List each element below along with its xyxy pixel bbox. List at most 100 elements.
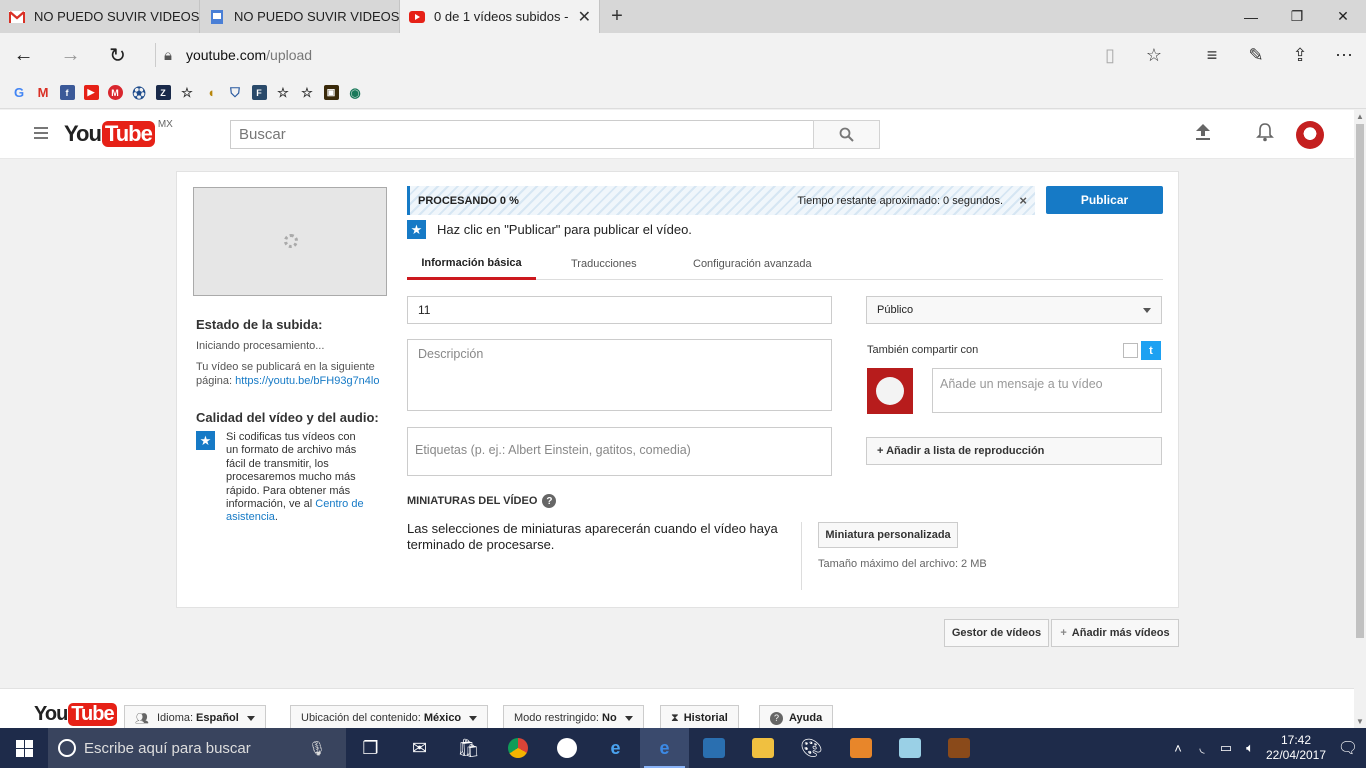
mail-icon[interactable]: ✉ <box>395 728 444 768</box>
bookmark-icon[interactable]: Z <box>151 81 175 105</box>
progress-time: Tiempo restante aproximado: 0 segundos. <box>797 194 1003 207</box>
file-explorer-icon[interactable] <box>738 728 787 768</box>
thumbnails-heading: MINIATURAS DEL VÍDEO ? <box>407 494 557 508</box>
bell-icon[interactable] <box>1256 122 1274 147</box>
facebook-icon[interactable]: f <box>55 81 79 105</box>
windows-taskbar: Escribe aquí para buscar 🎙︎ ❐ ✉ 🛍︎ e e 🎨… <box>0 728 1366 768</box>
browser-tab-1[interactable]: NO PUEDO SUVIR VIDEOS A <box>0 0 200 33</box>
restore-icon[interactable]: ❐ <box>1274 0 1320 33</box>
chevron-up-icon[interactable]: ˄ <box>1166 741 1190 756</box>
tab-label: 0 de 1 vídeos subidos - <box>434 9 569 24</box>
search-input[interactable]: Buscar <box>230 120 814 149</box>
quality-tip: ★ Si codificas tus vídeos con un formato… <box>196 431 386 525</box>
xbox-icon[interactable] <box>542 728 591 768</box>
game-app-icon[interactable] <box>934 728 983 768</box>
custom-thumbnail-button[interactable]: Miniatura personalizada <box>818 522 958 548</box>
internet-explorer-icon[interactable]: e <box>591 728 640 768</box>
star-icon[interactable]: ☆ <box>271 81 295 105</box>
scrollbar-thumb[interactable] <box>1356 124 1364 638</box>
youtube-logo[interactable]: You Tube MX <box>64 119 173 147</box>
browser-tab-bar: NO PUEDO SUVIR VIDEOS A NO PUEDO SUVIR V… <box>0 0 1366 33</box>
mega-icon[interactable]: M <box>103 81 127 105</box>
paint-icon[interactable]: 🎨︎ <box>787 728 836 768</box>
lock-icon: 🔒︎ <box>164 46 172 64</box>
upload-status-panel: Estado de la subida: Iniciando procesami… <box>196 317 386 525</box>
battery-icon[interactable]: ▭ <box>1214 740 1238 756</box>
clock[interactable]: 17:42 22/04/2017 <box>1262 733 1330 763</box>
help-question-icon[interactable]: ? <box>542 494 557 508</box>
reading-view-icon[interactable]: ▯ <box>1088 33 1132 77</box>
favorites-bar: G M f ▶ M ⚽︎ Z ☆ ◖ ⛉ F ☆ ☆ ▣ ◉ <box>0 77 1366 109</box>
share-checkbox[interactable] <box>1123 343 1138 358</box>
avatar[interactable] <box>1296 121 1324 149</box>
bookmark-f-icon[interactable]: F <box>247 81 271 105</box>
soccer-ball-icon[interactable]: ⚽︎ <box>127 81 151 105</box>
video-link[interactable]: https://youtu.be/bFH93g7n4lo <box>235 375 379 387</box>
shield-icon[interactable]: ⛉ <box>223 81 247 105</box>
search-button[interactable] <box>813 120 880 149</box>
microphone-icon[interactable]: 🎙︎ <box>308 740 326 757</box>
tab-basic-info[interactable]: Información básica <box>407 248 536 280</box>
close-window-icon[interactable]: ✕ <box>1320 0 1366 33</box>
privacy-select[interactable]: Público <box>866 296 1162 324</box>
tab-translations[interactable]: Traducciones <box>571 248 637 280</box>
scrollbar[interactable]: ▲ ▼ <box>1354 110 1366 728</box>
scroll-up-icon[interactable]: ▲ <box>1356 112 1364 121</box>
publish-button[interactable]: Publicar <box>1046 186 1163 214</box>
twitter-icon[interactable]: t <box>1141 341 1161 360</box>
chrome-icon[interactable] <box>493 728 542 768</box>
game-icon[interactable]: ▣ <box>319 81 343 105</box>
forward-arrow-icon[interactable]: → <box>47 33 94 77</box>
notepad-icon[interactable] <box>885 728 934 768</box>
title-input[interactable]: 11 <box>407 296 832 324</box>
store-icon[interactable]: 🛍︎ <box>444 728 493 768</box>
hint-text: Haz clic en "Publicar" para publicar el … <box>437 222 692 237</box>
minimize-icon[interactable]: — <box>1228 0 1274 33</box>
photo-editor-icon[interactable] <box>689 728 738 768</box>
task-view-icon[interactable]: ❐ <box>346 728 395 768</box>
browser-tab-3-active[interactable]: 0 de 1 vídeos subidos - ✕ <box>400 0 600 33</box>
footer-youtube-logo[interactable]: You Tube <box>34 703 117 726</box>
crest-icon[interactable]: ◖ <box>199 81 223 105</box>
edge-icon[interactable]: e <box>640 728 689 768</box>
scroll-down-icon[interactable]: ▼ <box>1356 717 1364 726</box>
volume-icon[interactable]: 🔈︎ <box>1238 740 1262 756</box>
share-message-input[interactable]: Añade un mensaje a tu vídeo <box>932 368 1162 413</box>
share-icon[interactable]: ⇪ <box>1278 33 1322 77</box>
close-tab-icon[interactable]: ✕ <box>578 7 591 27</box>
more-icon[interactable]: ⋯ <box>1322 33 1366 77</box>
thumbnails-text: Las selecciones de miniaturas aparecerán… <box>407 521 778 552</box>
refresh-icon[interactable]: ↻ <box>94 33 141 77</box>
youtube-icon[interactable]: ▶ <box>79 81 103 105</box>
add-more-videos-button[interactable]: + Añadir más vídeos <box>1051 619 1179 647</box>
media-player-icon[interactable] <box>836 728 885 768</box>
taskbar-search-input[interactable]: Escribe aquí para buscar 🎙︎ <box>48 728 346 768</box>
ball-icon[interactable]: ◉ <box>343 81 367 105</box>
tab-advanced-settings[interactable]: Configuración avanzada <box>693 248 812 280</box>
browser-tab-2[interactable]: NO PUEDO SUVIR VIDEOS A <box>200 0 400 33</box>
star-icon[interactable]: ☆ <box>175 81 199 105</box>
add-to-playlist-button[interactable]: + Añadir a lista de reproducción <box>866 437 1162 465</box>
close-icon[interactable]: × <box>1019 193 1027 208</box>
status-text: Iniciando procesamiento... <box>196 340 325 352</box>
loading-spinner-icon <box>284 234 298 248</box>
favorite-star-icon[interactable]: ☆ <box>1132 33 1176 77</box>
notifications-icon[interactable]: 🗨︎ <box>1330 728 1366 768</box>
upload-icon[interactable] <box>1195 123 1211 147</box>
start-button[interactable] <box>0 728 48 768</box>
menu-icon[interactable] <box>34 127 48 142</box>
video-manager-button[interactable]: Gestor de vídeos <box>944 619 1049 647</box>
star-icon[interactable]: ☆ <box>295 81 319 105</box>
url-field[interactable]: youtube.com/upload <box>186 47 312 63</box>
back-arrow-icon[interactable]: ← <box>0 33 47 77</box>
hub-icon[interactable]: ≡ <box>1190 33 1234 77</box>
network-icon[interactable]: ◟ <box>1190 740 1214 756</box>
new-tab-button[interactable]: + <box>600 0 634 33</box>
description-input[interactable]: Descripción <box>407 339 832 411</box>
google-icon[interactable]: G <box>7 81 31 105</box>
star-badge-icon: ★ <box>196 431 215 450</box>
gmail-icon[interactable]: M <box>31 81 55 105</box>
cortana-icon <box>58 739 76 757</box>
web-note-icon[interactable]: ✎ <box>1234 33 1278 77</box>
tags-input[interactable]: Etiquetas (p. ej.: Albert Einstein, gati… <box>407 427 832 476</box>
